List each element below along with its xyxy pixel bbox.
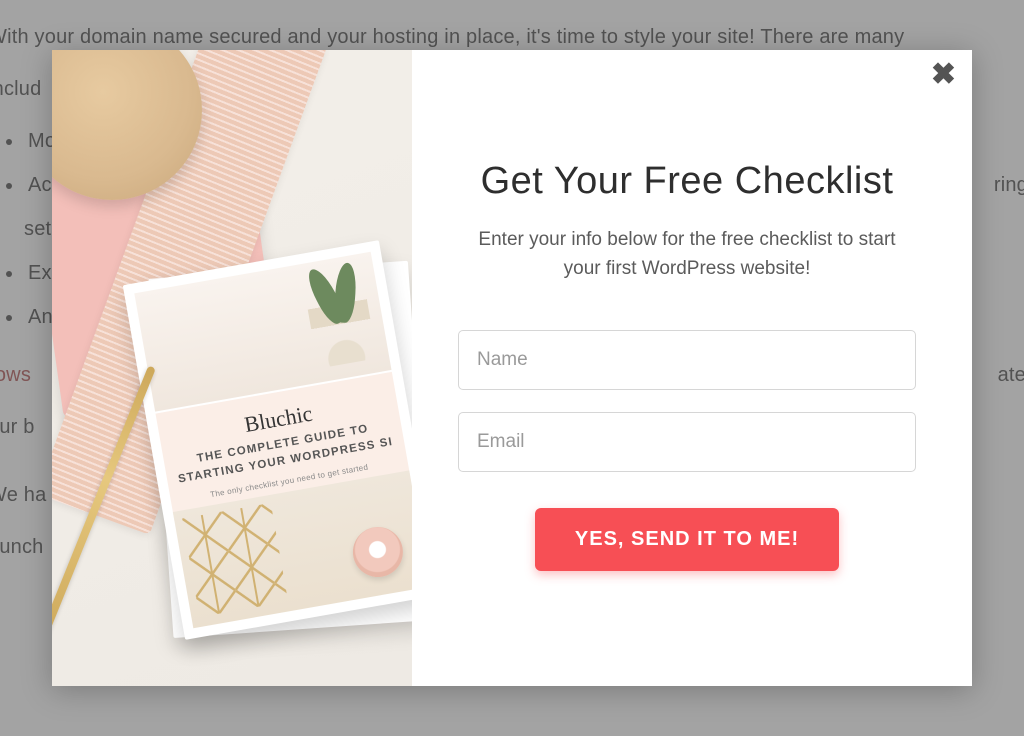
modal-headline: Get Your Free Checklist	[458, 160, 916, 203]
name-input[interactable]	[458, 330, 916, 390]
lead-magnet-modal: ✖ Bluchic THE COMPLETE GUIDE TO STARTING…	[52, 50, 972, 686]
modal-hero-image: Bluchic THE COMPLETE GUIDE TO STARTING Y…	[52, 50, 412, 686]
modal-subheadline: Enter your info below for the free check…	[458, 225, 916, 284]
close-icon[interactable]: ✖	[931, 60, 956, 90]
modal-overlay[interactable]: ✖ Bluchic THE COMPLETE GUIDE TO STARTING…	[0, 0, 1024, 736]
modal-form: Get Your Free Checklist Enter your info …	[412, 50, 972, 686]
submit-button[interactable]: YES, SEND IT TO ME!	[535, 508, 839, 571]
email-input[interactable]	[458, 412, 916, 472]
guide-card-graphic: Bluchic THE COMPLETE GUIDE TO STARTING Y…	[123, 240, 412, 640]
